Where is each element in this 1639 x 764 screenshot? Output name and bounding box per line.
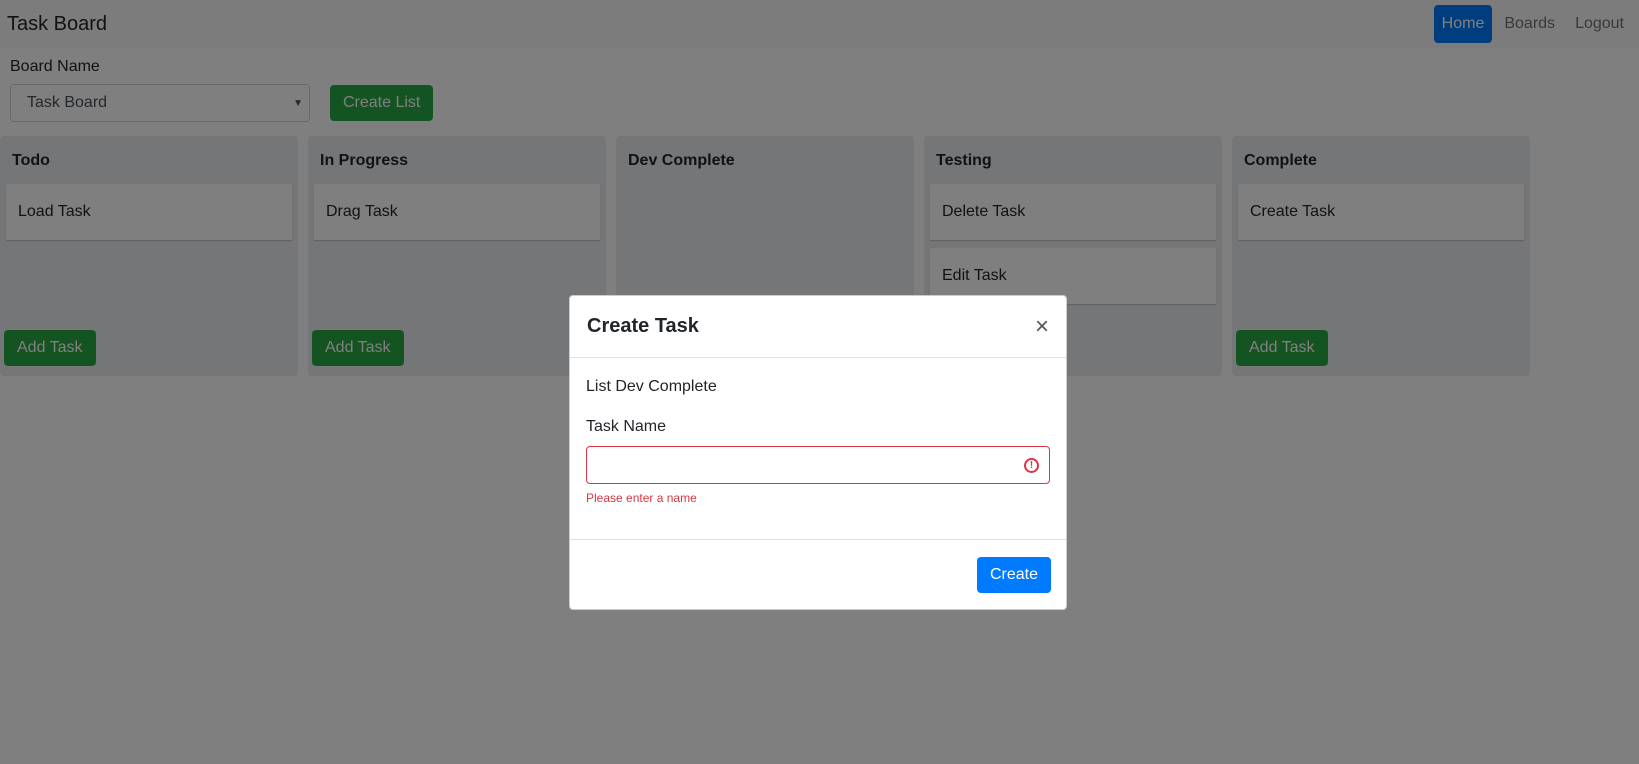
task-name-label: Task Name bbox=[586, 418, 667, 435]
error-icon: ! bbox=[1024, 457, 1039, 473]
close-icon[interactable]: × bbox=[1035, 313, 1049, 341]
error-message: Please enter a name bbox=[586, 491, 697, 505]
list-name-text: List Dev Complete bbox=[586, 378, 717, 395]
create-task-modal: Create Task × List Dev Complete Task Nam… bbox=[569, 295, 1067, 610]
modal-title: Create Task bbox=[587, 315, 699, 337]
task-name-input[interactable]: ! bbox=[586, 446, 1050, 484]
create-button[interactable]: Create bbox=[976, 556, 1051, 593]
